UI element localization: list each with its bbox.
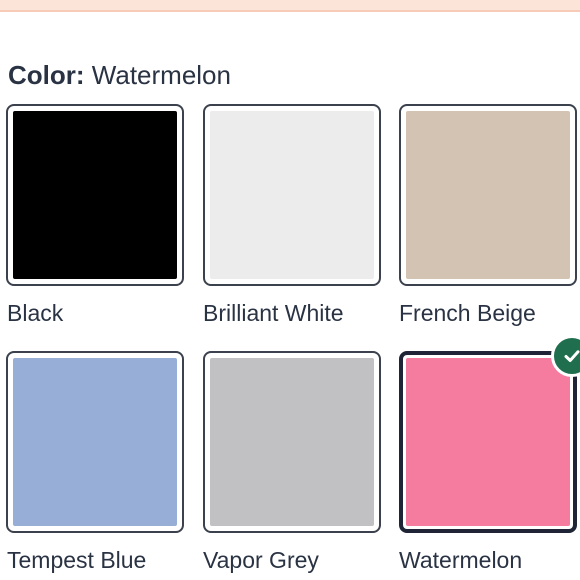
swatch-label-french-beige: French Beige: [399, 300, 536, 326]
swatch-label-brilliant-white: Brilliant White: [203, 300, 344, 326]
swatch-fill-brilliant-white: [210, 111, 374, 279]
swatch-black[interactable]: [6, 104, 184, 286]
top-banner: [0, 0, 580, 12]
color-heading: Color: Watermelon: [8, 58, 231, 92]
swatch-fill-black: [13, 111, 177, 279]
swatch-label-black: Black: [7, 300, 64, 326]
swatch-fill-french-beige: [406, 111, 570, 279]
swatch-label-vapor-grey: Vapor Grey: [203, 547, 319, 573]
checkmark-icon: [564, 350, 580, 362]
swatch-watermelon[interactable]: [399, 335, 580, 533]
swatch-fill-watermelon: [406, 358, 570, 526]
swatch-vapor-grey[interactable]: [203, 351, 381, 533]
swatch-french-beige[interactable]: [399, 104, 577, 286]
swatch-label-watermelon: Watermelon: [399, 547, 523, 573]
color-heading-label: Color:: [8, 60, 85, 90]
swatch-fill-vapor-grey: [210, 358, 374, 526]
swatch-tempest-blue[interactable]: [6, 351, 184, 533]
swatch-fill-tempest-blue: [13, 358, 177, 526]
selected-color-name: Watermelon: [91, 60, 231, 90]
swatch-brilliant-white[interactable]: [203, 104, 381, 286]
swatch-label-tempest-blue: Tempest Blue: [7, 547, 147, 573]
